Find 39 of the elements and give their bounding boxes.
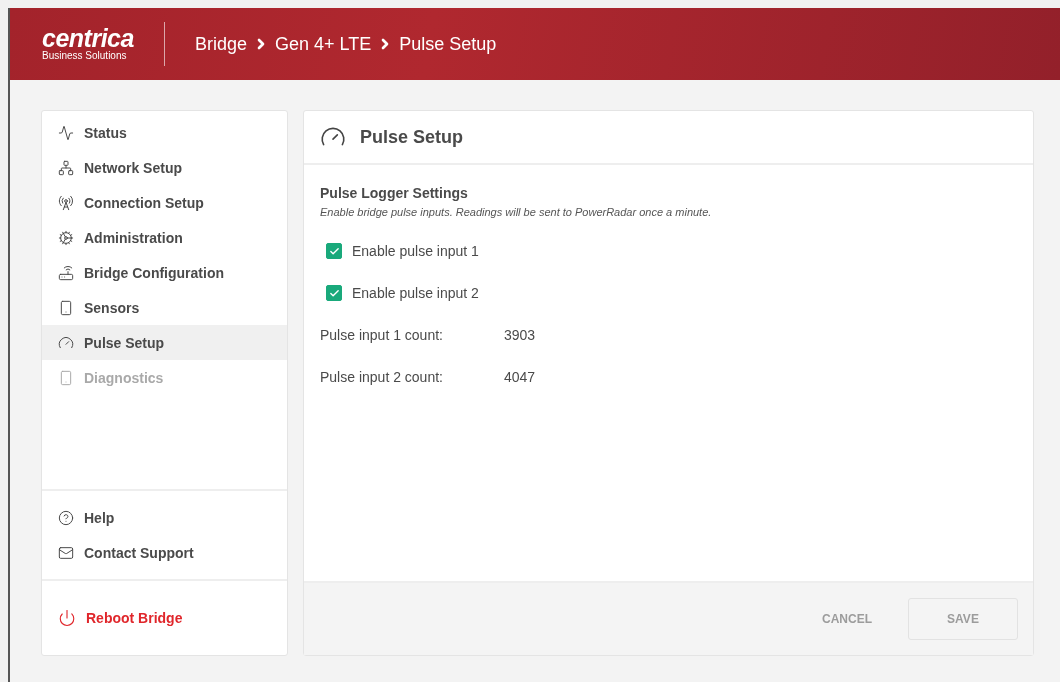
count-label: Pulse input 1 count: bbox=[320, 327, 444, 343]
breadcrumb-item[interactable]: Bridge bbox=[194, 33, 247, 55]
section-title: Pulse Logger Settings bbox=[320, 185, 469, 201]
count-value: 4047 bbox=[504, 369, 536, 385]
gear-icon bbox=[58, 229, 74, 246]
nav-item[interactable]: Contact Support bbox=[42, 535, 287, 570]
nav-item[interactable]: Connection Setup bbox=[42, 185, 287, 220]
reboot-button[interactable]: Reboot Bridge bbox=[42, 600, 287, 636]
nav-item[interactable]: Network Setup bbox=[42, 150, 287, 185]
help-icon bbox=[58, 509, 74, 526]
checkbox[interactable] bbox=[326, 243, 342, 259]
mail-icon bbox=[58, 544, 74, 561]
nav-item[interactable]: Pulse Setup bbox=[42, 325, 287, 360]
device-icon bbox=[58, 299, 74, 316]
panel-title: Pulse Setup bbox=[360, 126, 464, 148]
checkbox-label: Enable pulse input 2 bbox=[352, 285, 479, 301]
count-value: 3903 bbox=[504, 327, 536, 343]
breadcrumb-item: Pulse Setup bbox=[399, 33, 497, 55]
logo: centrica bbox=[42, 26, 134, 50]
count-label: Pulse input 2 count: bbox=[320, 369, 444, 385]
nav-item[interactable]: Help bbox=[42, 500, 287, 535]
network-icon bbox=[58, 159, 74, 176]
antenna-icon bbox=[58, 194, 74, 211]
power-icon bbox=[58, 609, 76, 627]
nav-item[interactable]: Administration bbox=[42, 220, 287, 255]
breadcrumb-item[interactable]: Gen 4+ LTE bbox=[274, 33, 372, 55]
section-description: Enable bridge pulse inputs. Readings will be sent to PowerRadar once a minute. bbox=[320, 206, 713, 218]
checkbox[interactable] bbox=[326, 285, 342, 301]
logo-subtitle: Business Solutions bbox=[42, 50, 128, 62]
pulse-monitor-icon bbox=[58, 124, 74, 141]
nav-item[interactable]: Status bbox=[42, 115, 287, 150]
device-icon bbox=[58, 369, 74, 386]
nav-item[interactable]: Bridge Configuration bbox=[42, 255, 287, 290]
check-icon bbox=[328, 245, 340, 257]
nav-item[interactable]: Sensors bbox=[42, 290, 287, 325]
checkbox-label: Enable pulse input 1 bbox=[352, 243, 479, 259]
gauge-icon bbox=[58, 334, 74, 351]
router-icon bbox=[58, 264, 74, 281]
check-icon bbox=[328, 287, 340, 299]
